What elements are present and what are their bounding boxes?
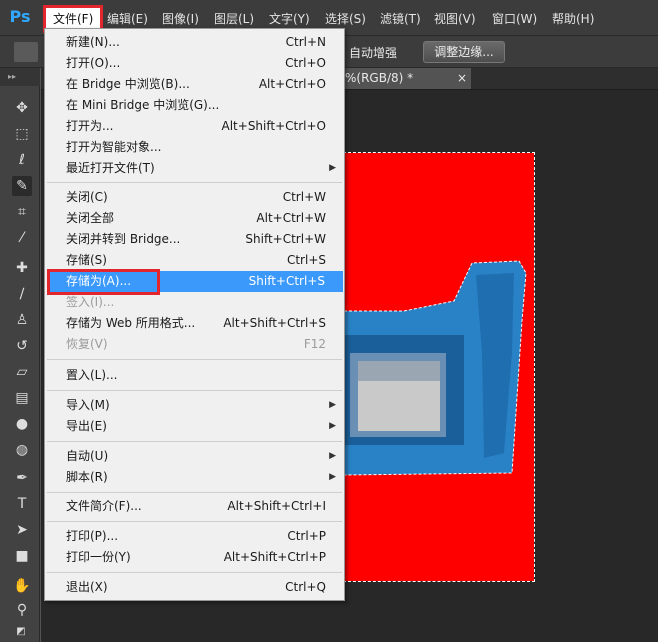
dodge-icon[interactable]: ◍	[12, 440, 32, 460]
menu-item-export[interactable]: 导出(E) ▶	[45, 416, 344, 437]
tools-panel: ▸▸ ✥ ⬚ ℓ ✎ ⌗ ⁄ ✚ ∕ ♙ ↺ ▱ ▤ ● ◍ ✒ T ➤ ■ ✋…	[0, 68, 40, 642]
menu-item-browse-bridge[interactable]: 在 Bridge 中浏览(B)... Alt+Ctrl+O	[45, 74, 344, 95]
submenu-arrow-icon: ▶	[329, 400, 336, 410]
history-brush-icon[interactable]: ↺	[12, 336, 32, 356]
eyedropper-icon[interactable]: ⁄	[12, 228, 32, 248]
healing-brush-icon[interactable]: ✚	[12, 258, 32, 278]
menu-edit[interactable]: 编辑(E)	[104, 10, 151, 28]
submenu-arrow-icon: ▶	[329, 451, 336, 461]
menu-item-recent-files[interactable]: 最近打开文件(T) ▶	[45, 158, 344, 179]
menu-item-revert: 恢复(V) F12	[66, 337, 326, 351]
menu-help[interactable]: 帮助(H)	[549, 10, 597, 28]
type-icon[interactable]: T	[12, 494, 32, 514]
menu-item-print[interactable]: 打印(P)... Ctrl+P	[45, 526, 344, 547]
menu-item-new[interactable]: 新建(N)... Ctrl+N	[45, 32, 344, 53]
clone-stamp-icon[interactable]: ♙	[12, 310, 32, 330]
rectangle-icon[interactable]: ■	[12, 546, 32, 566]
zoom-icon[interactable]: ⚲	[12, 600, 32, 620]
menu-item-save-for-web[interactable]: 存储为 Web 所用格式... Alt+Shift+Ctrl+S	[45, 313, 344, 334]
refine-edge-button[interactable]: 调整边缘...	[423, 41, 505, 63]
menu-separator	[47, 390, 342, 391]
menu-item-exit[interactable]: 退出(X) Ctrl+Q	[45, 577, 344, 598]
menu-separator	[47, 441, 342, 442]
eraser-icon[interactable]: ▱	[12, 362, 32, 382]
canvas[interactable]	[343, 152, 535, 582]
blur-icon[interactable]: ●	[12, 414, 32, 434]
auto-enhance-label[interactable]: 自动增强	[349, 44, 397, 61]
document-tab-title: %(RGB/8) *	[345, 71, 414, 85]
menu-separator	[47, 182, 342, 183]
move-icon[interactable]: ✥	[12, 98, 32, 118]
pen-icon[interactable]: ✒	[12, 468, 32, 488]
menu-separator	[47, 492, 342, 493]
menu-separator	[47, 572, 342, 573]
menu-separator	[47, 359, 342, 360]
menu-item-save[interactable]: 存储(S) Ctrl+S	[45, 250, 344, 271]
submenu-arrow-icon: ▶	[329, 163, 336, 173]
document-tab[interactable]: %(RGB/8) * ×	[341, 68, 471, 89]
photoshop-logo: Ps	[9, 7, 31, 26]
menu-item-scripts[interactable]: 脚本(R) ▶	[45, 467, 344, 488]
menu-item-print-one-copy[interactable]: 打印一份(Y) Alt+Shift+Ctrl+P	[45, 547, 344, 568]
menu-item-open-smart-object[interactable]: 打开为智能对象...	[45, 137, 344, 158]
quick-selection-icon[interactable]: ✎	[12, 176, 32, 196]
color-swatch-icon[interactable]: ◩	[8, 622, 34, 642]
tool-preset-icon[interactable]	[14, 42, 38, 62]
file-menu-dropdown: 新建(N)... Ctrl+N 打开(O)... Ctrl+O 在 Bridge 中…	[44, 28, 345, 601]
menu-item-check-in: 签入(I)...	[66, 295, 115, 309]
menu-item-open[interactable]: 打开(O)... Ctrl+O	[45, 53, 344, 74]
menu-layer[interactable]: 图层(L)	[211, 10, 257, 28]
annotation-highlight-box	[47, 269, 160, 295]
panel-collapse-icon[interactable]: ▸▸	[0, 68, 40, 86]
menu-item-close-go-bridge[interactable]: 关闭并转到 Bridge... Shift+Ctrl+W	[45, 229, 344, 250]
brush-icon[interactable]: ∕	[12, 284, 32, 304]
menu-item-browse-mini-bridge[interactable]: 在 Mini Bridge 中浏览(G)...	[45, 95, 344, 116]
hand-icon[interactable]: ✋	[12, 576, 32, 596]
marquee-icon[interactable]: ⬚	[12, 124, 32, 144]
crop-icon[interactable]: ⌗	[12, 202, 32, 222]
lasso-icon[interactable]: ℓ	[12, 150, 32, 170]
menu-view[interactable]: 视图(V)	[431, 10, 479, 28]
menu-item-open-as[interactable]: 打开为... Alt+Shift+Ctrl+O	[45, 116, 344, 137]
close-icon[interactable]: ×	[457, 68, 467, 89]
menu-item-import[interactable]: 导入(M) ▶	[45, 395, 344, 416]
menu-select[interactable]: 选择(S)	[322, 10, 369, 28]
submenu-arrow-icon: ▶	[329, 472, 336, 482]
menu-item-automate[interactable]: 自动(U) ▶	[45, 446, 344, 467]
path-selection-icon[interactable]: ➤	[12, 520, 32, 540]
menu-item-close-all[interactable]: 关闭全部 Alt+Ctrl+W	[45, 208, 344, 229]
blue-object-image	[344, 260, 527, 476]
menu-item-place[interactable]: 置入(L)...	[45, 365, 344, 386]
submenu-arrow-icon: ▶	[329, 421, 336, 431]
menu-image[interactable]: 图像(I)	[159, 10, 202, 28]
menu-window[interactable]: 窗口(W)	[489, 10, 540, 28]
menu-item-file-info[interactable]: 文件简介(F)... Alt+Shift+Ctrl+I	[45, 496, 344, 517]
menu-filter[interactable]: 滤镜(T)	[377, 10, 424, 28]
menu-item-close[interactable]: 关闭(C) Ctrl+W	[45, 187, 344, 208]
menu-type[interactable]: 文字(Y)	[266, 10, 313, 28]
gradient-icon[interactable]: ▤	[12, 388, 32, 408]
menu-separator	[47, 521, 342, 522]
